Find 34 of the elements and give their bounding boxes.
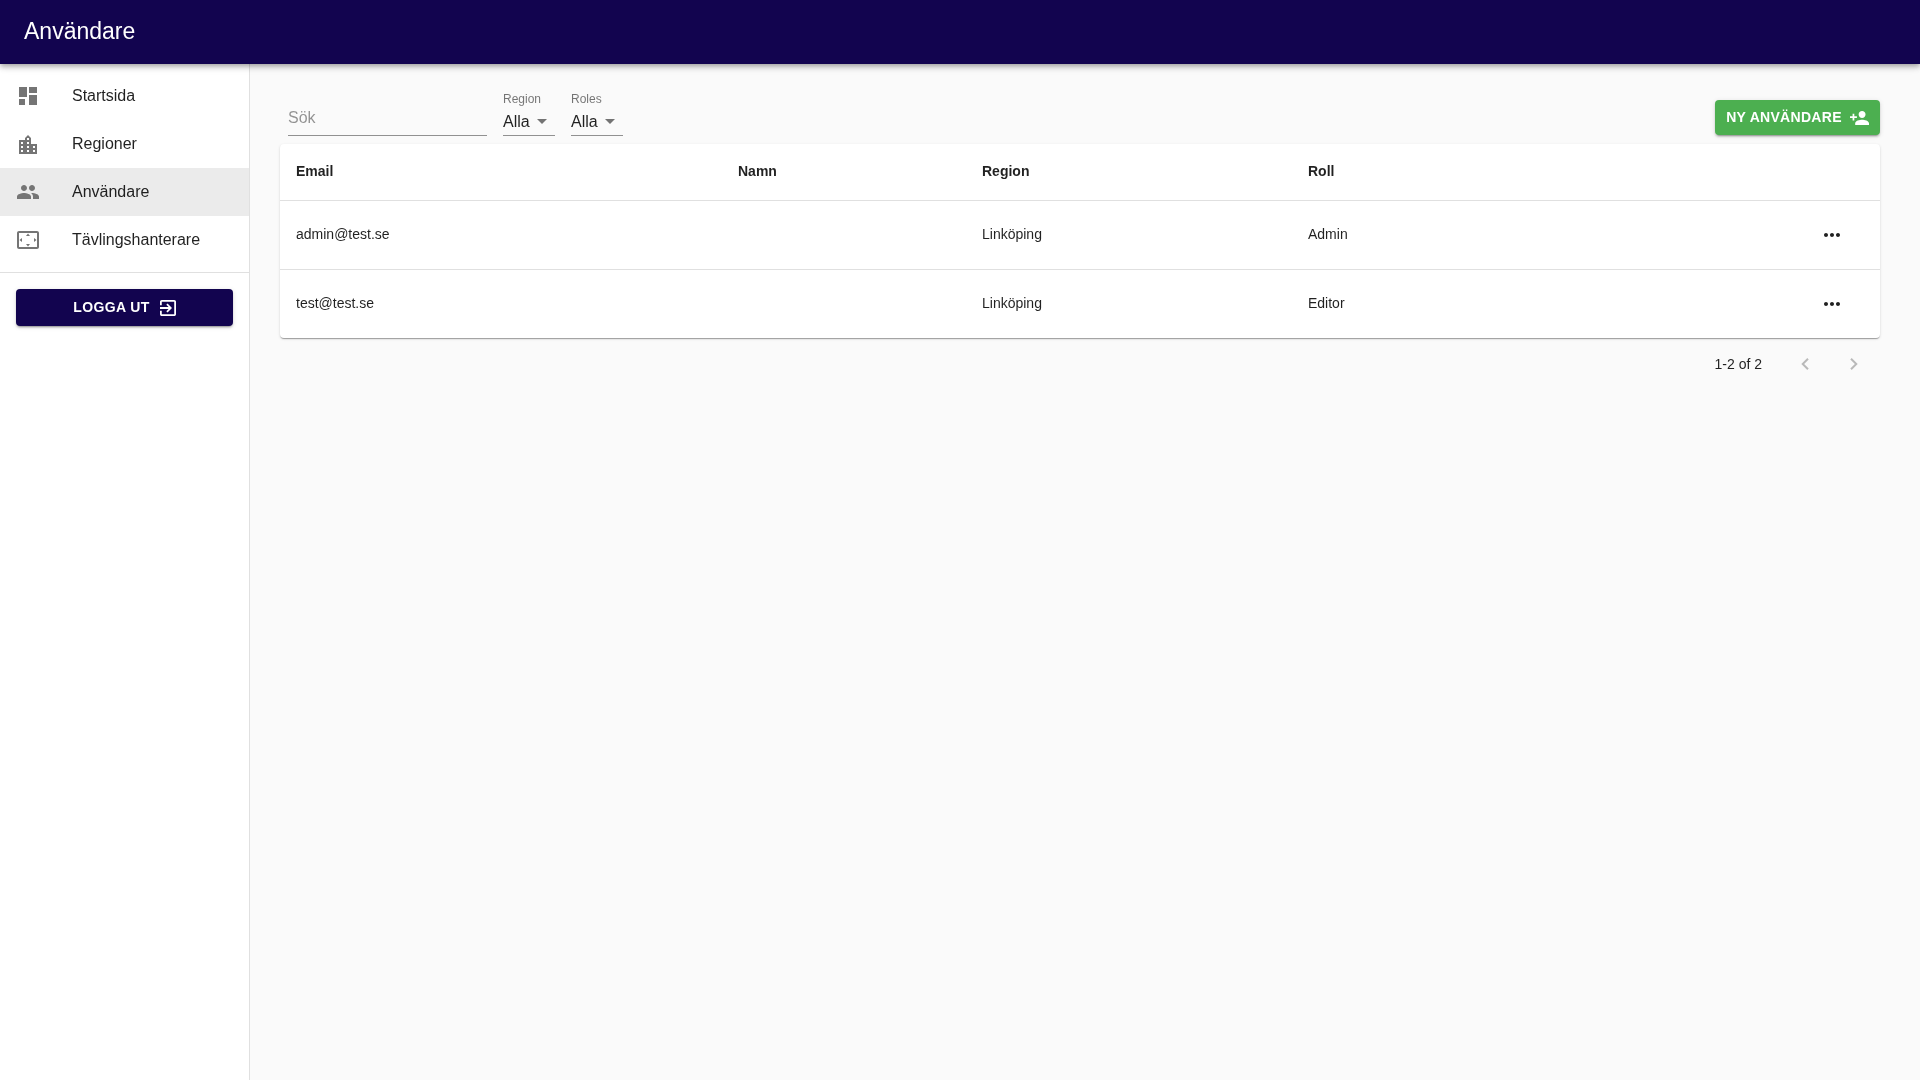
table-cell: Linköping [966,200,1292,269]
person-add-icon [1849,110,1869,125]
sidebar-item[interactable]: Regioner [0,120,249,168]
city-buildings-icon [19,134,37,154]
search-field[interactable]: Sök [288,100,487,136]
filter-select[interactable]: Alla [571,108,623,136]
frame-arrows-icon [17,231,39,249]
exit-arrow-icon [159,299,176,316]
table-cell: Linköping [966,269,1292,338]
filter-label: Region [503,92,543,105]
logout-button[interactable]: LOGGA UT [16,289,233,326]
filter-select[interactable]: Alla [503,108,555,136]
caret-down-icon [536,118,547,124]
more-icon [1824,232,1840,237]
sidebar-item[interactable]: Startsida [0,72,249,120]
column-header: Email [280,144,722,200]
sidebar-item[interactable]: Användare [0,168,249,216]
column-header: Roll [1292,144,1792,200]
people-icon [17,185,39,199]
caret-down-icon [604,118,615,124]
sidebar-item[interactable]: Tävlingshanterare [0,216,249,264]
table-cell: test@test.se [280,269,722,338]
table-cell: Editor [1292,269,1792,338]
column-header: Region [966,144,1292,200]
page-title: Användare [24,18,136,46]
chevron-left-icon [1801,358,1809,370]
filter-label: Roles [571,92,603,105]
more-icon [1824,301,1840,306]
table-cell: admin@test.se [280,200,722,269]
table-cell: Admin [1292,200,1792,269]
column-header: Namn [722,144,966,200]
chevron-right-icon [1850,358,1858,370]
dashboard-icon [19,87,37,105]
pagination-range: 1-2 of 2 [1714,354,1762,374]
